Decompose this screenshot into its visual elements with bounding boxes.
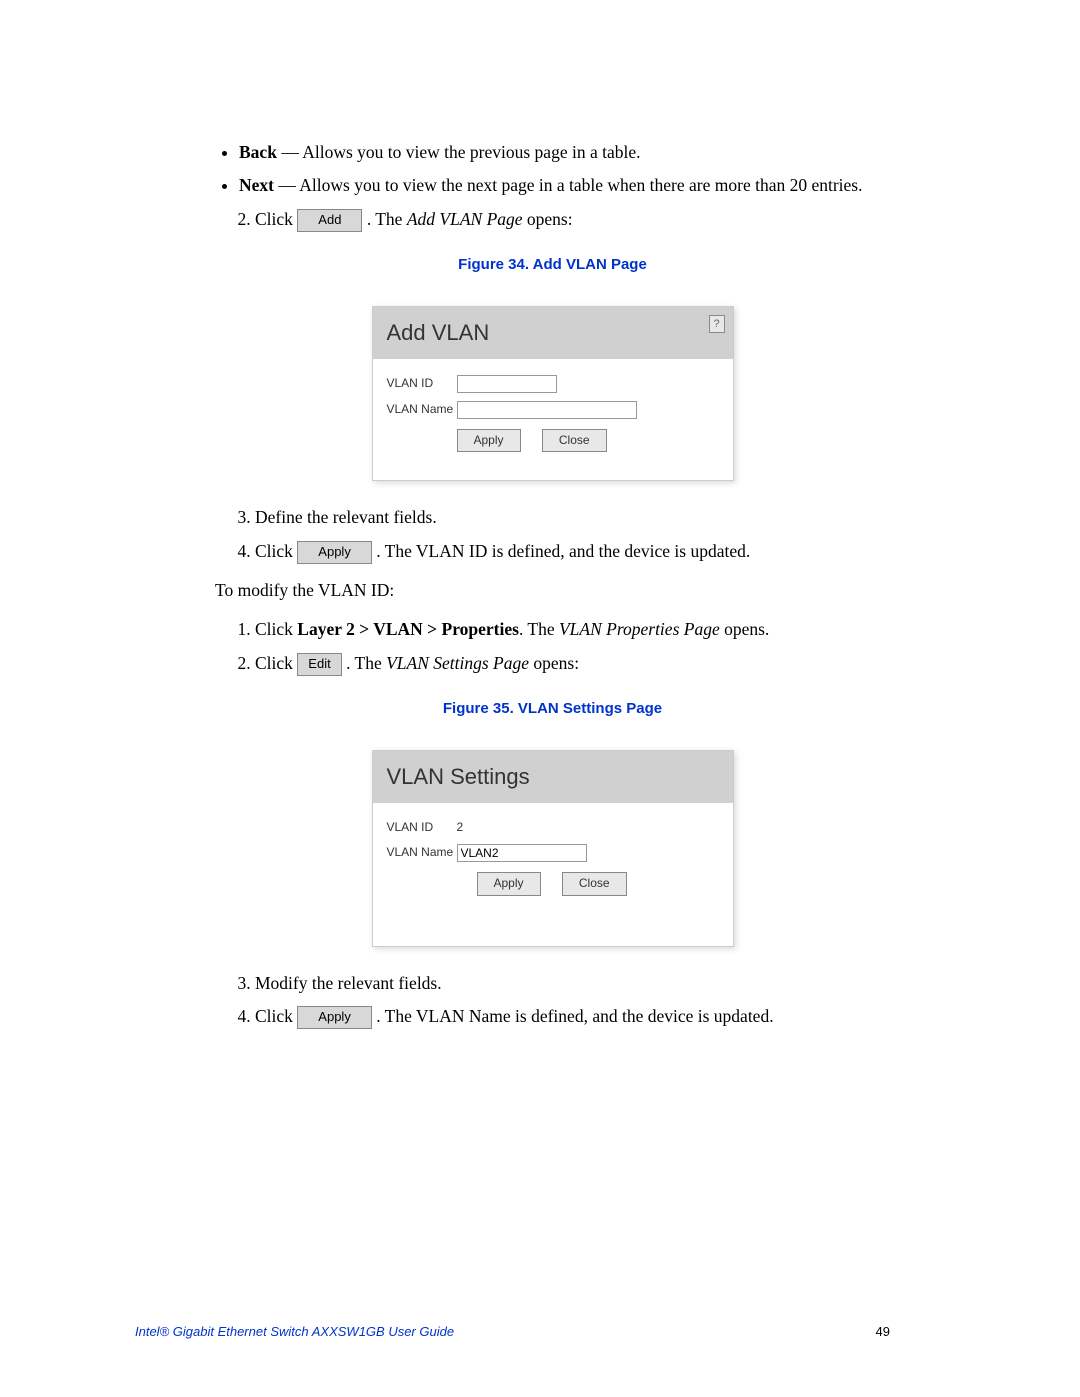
steps-second: Define the relevant fields. Click Apply … — [215, 505, 890, 564]
apply-button-inline: Apply — [297, 541, 372, 564]
footer-title: Intel® Gigabit Ethernet Switch AXXSW1GB … — [135, 1324, 454, 1339]
dialog-title: VLAN Settings — [387, 764, 530, 789]
text: . The — [367, 209, 407, 229]
figure-34-screenshot: Add VLAN ? VLAN ID VLAN Name Apply Close — [372, 306, 734, 481]
text-italic: VLAN Properties Page — [559, 619, 720, 639]
close-button[interactable]: Close — [562, 872, 627, 895]
bullet-desc: — Allows you to view the next page in a … — [274, 175, 863, 195]
bullet-label: Back — [239, 142, 277, 162]
text: Click — [255, 209, 297, 229]
text: opens. — [720, 619, 770, 639]
apply-button-inline: Apply — [297, 1006, 372, 1029]
bullet-next: Next — Allows you to view the next page … — [239, 173, 890, 198]
mstep-3: Modify the relevant fields. — [255, 971, 890, 996]
bullet-desc: — Allows you to view the previous page i… — [277, 142, 641, 162]
text: . The — [519, 619, 559, 639]
dialog-buttons: Apply Close — [387, 872, 719, 895]
modify-steps-2: Modify the relevant fields. Click Apply … — [215, 971, 890, 1030]
text: . The VLAN Name is defined, and the devi… — [376, 1006, 773, 1026]
input-vlan-name[interactable] — [457, 401, 637, 419]
bullet-label: Next — [239, 175, 274, 195]
dialog-body: VLAN ID VLAN Name Apply Close — [373, 359, 733, 480]
nav-path: Layer 2 > VLAN > Properties — [297, 619, 519, 639]
row-vlan-id: VLAN ID 2 — [387, 819, 719, 836]
steps-first: Click Add . The Add VLAN Page opens: — [215, 207, 890, 232]
page-number: 49 — [876, 1324, 890, 1339]
dialog-header: VLAN Settings — [373, 751, 733, 803]
mstep-4: Click Apply . The VLAN Name is defined, … — [255, 1004, 890, 1029]
row-vlan-name: VLAN Name — [387, 844, 719, 862]
page: Back — Allows you to view the previous p… — [0, 0, 1080, 1397]
dialog-title: Add VLAN — [387, 320, 490, 345]
label-vlan-id: VLAN ID — [387, 375, 457, 392]
label-vlan-name: VLAN Name — [387, 844, 457, 861]
dialog-body: VLAN ID 2 VLAN Name Apply Close — [373, 803, 733, 946]
content: Back — Allows you to view the previous p… — [215, 140, 890, 1029]
close-button[interactable]: Close — [542, 429, 607, 452]
dialog-buttons: Apply Close — [387, 429, 719, 452]
step-2: Click Add . The Add VLAN Page opens: — [255, 207, 890, 232]
label-vlan-name: VLAN Name — [387, 401, 457, 418]
mstep-2: Click Edit . The VLAN Settings Page open… — [255, 651, 890, 676]
row-vlan-name: VLAN Name — [387, 401, 719, 419]
mstep-1: Click Layer 2 > VLAN > Properties. The V… — [255, 617, 890, 642]
text: Click — [255, 541, 297, 561]
help-icon[interactable]: ? — [709, 315, 725, 333]
figure-35-caption: Figure 35. VLAN Settings Page — [215, 698, 890, 720]
modify-steps: Click Layer 2 > VLAN > Properties. The V… — [215, 617, 890, 676]
text: . The VLAN ID is defined, and the device… — [376, 541, 750, 561]
text: . The — [346, 653, 386, 673]
text-italic: Add VLAN Page — [407, 209, 523, 229]
bullet-back: Back — Allows you to view the previous p… — [239, 140, 890, 165]
footer: Intel® Gigabit Ethernet Switch AXXSW1GB … — [135, 1324, 890, 1339]
input-vlan-id[interactable] — [457, 375, 557, 393]
figure-35-screenshot: VLAN Settings VLAN ID 2 VLAN Name Apply … — [372, 750, 734, 947]
dialog-header: Add VLAN ? — [373, 307, 733, 359]
input-vlan-name[interactable] — [457, 844, 587, 862]
bullet-list: Back — Allows you to view the previous p… — [215, 140, 890, 199]
apply-button[interactable]: Apply — [477, 872, 541, 895]
apply-button[interactable]: Apply — [457, 429, 521, 452]
text: Click — [255, 653, 297, 673]
text: Click — [255, 1006, 297, 1026]
text: opens: — [523, 209, 573, 229]
add-button-inline: Add — [297, 209, 362, 232]
modify-intro: To modify the VLAN ID: — [215, 578, 890, 603]
figure-34-caption: Figure 34. Add VLAN Page — [215, 254, 890, 276]
step-4: Click Apply . The VLAN ID is defined, an… — [255, 539, 890, 564]
edit-button-inline: Edit — [297, 653, 341, 676]
text-italic: VLAN Settings Page — [386, 653, 529, 673]
value-vlan-id: 2 — [457, 819, 464, 836]
step-3: Define the relevant fields. — [255, 505, 890, 530]
text: Click — [255, 619, 297, 639]
text: opens: — [529, 653, 579, 673]
label-vlan-id: VLAN ID — [387, 819, 457, 836]
row-vlan-id: VLAN ID — [387, 375, 719, 393]
